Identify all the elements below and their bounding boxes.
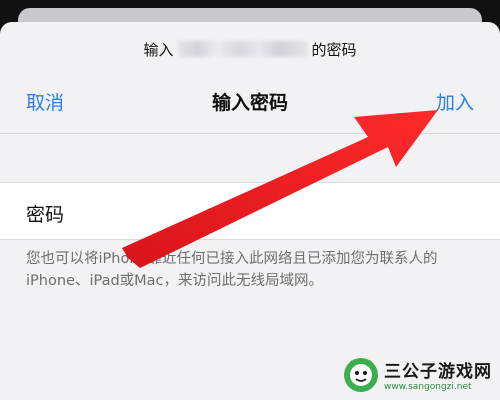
password-sheet: 输入 的密码 取消 输入密码 加入 密码 您也可以将iPhone靠近任何已接入此… — [0, 22, 500, 400]
subtitle-prefix: 输入 — [143, 40, 174, 59]
join-button[interactable]: 加入 — [436, 88, 474, 115]
password-row[interactable]: 密码 — [0, 182, 500, 240]
password-label: 密码 — [26, 204, 65, 226]
subtitle-suffix: 的密码 — [311, 40, 357, 59]
watermark-name: 三公子游戏网 — [384, 361, 492, 382]
blurred-network-name — [177, 41, 308, 57]
hint-text: 您也可以将iPhone靠近任何已接入此网络且已添加您为联系人的iPhone、iP… — [26, 251, 438, 289]
watermark-logo-icon — [344, 358, 378, 392]
watermark: 三公子游戏网 www.sangongzi.net — [342, 354, 492, 394]
navigation-bar: 取消 输入密码 加入 — [0, 74, 500, 134]
password-input[interactable] — [110, 193, 480, 231]
page-title: 输入密码 — [211, 92, 288, 114]
watermark-url: www.sangongzi.net — [384, 381, 472, 392]
network-subtitle: 输入 的密码 — [0, 36, 500, 62]
